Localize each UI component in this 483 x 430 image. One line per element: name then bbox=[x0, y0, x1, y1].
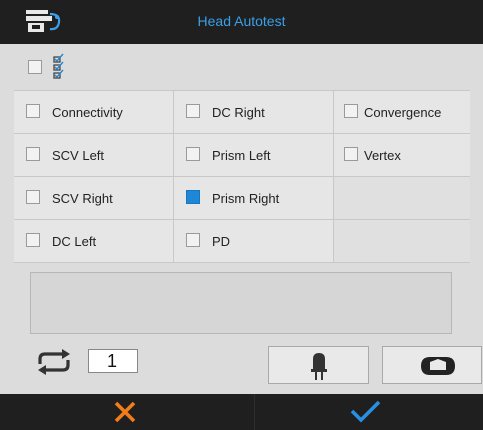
test-checkbox[interactable] bbox=[344, 104, 358, 118]
test-checkbox[interactable] bbox=[26, 104, 40, 118]
test-cell-vertex[interactable]: Vertex bbox=[334, 134, 470, 177]
test-cell-scv-left[interactable]: SCV Left bbox=[14, 134, 174, 177]
test-label: Convergence bbox=[364, 105, 442, 120]
repeat-icon[interactable] bbox=[34, 348, 74, 376]
head-autotest-dialog: Head Autotest Connectivity DC Right Conv… bbox=[0, 0, 483, 430]
test-cell-scv-right[interactable]: SCV Right bbox=[14, 177, 174, 220]
test-label: Prism Right bbox=[212, 191, 280, 206]
test-cell-dc-right[interactable]: DC Right bbox=[174, 91, 334, 134]
checkmark-icon bbox=[350, 400, 381, 423]
test-checkbox[interactable] bbox=[186, 104, 200, 118]
test-checkbox[interactable] bbox=[26, 233, 40, 247]
test-label: PD bbox=[212, 234, 231, 249]
test-checkbox[interactable] bbox=[344, 147, 358, 161]
test-cell-connectivity[interactable]: Connectivity bbox=[14, 91, 174, 134]
head-position-icon bbox=[421, 357, 455, 375]
test-checkbox[interactable] bbox=[186, 233, 200, 247]
title-bar: Head Autotest bbox=[0, 0, 483, 44]
test-cell-prism-left[interactable]: Prism Left bbox=[174, 134, 334, 177]
test-cell-dc-left[interactable]: DC Left bbox=[14, 220, 174, 263]
test-checkbox[interactable] bbox=[186, 147, 200, 161]
close-icon bbox=[114, 401, 136, 423]
light-button[interactable] bbox=[268, 346, 369, 384]
select-all-row bbox=[0, 44, 483, 90]
test-cell-convergence[interactable]: Convergence bbox=[334, 91, 470, 134]
test-label: Vertex bbox=[364, 148, 401, 163]
cancel-button[interactable] bbox=[0, 394, 254, 430]
test-cell-prism-right[interactable]: Prism Right bbox=[174, 177, 334, 220]
test-checkbox[interactable] bbox=[26, 147, 40, 161]
select-all-checkbox[interactable] bbox=[28, 60, 42, 74]
test-label: DC Right bbox=[212, 105, 265, 120]
light-bulb-icon bbox=[311, 353, 327, 380]
ok-button[interactable] bbox=[255, 394, 483, 430]
tests-grid: Connectivity DC Right Convergence SCV Le… bbox=[14, 90, 470, 263]
repeat-count-input[interactable] bbox=[88, 349, 138, 373]
window-title: Head Autotest bbox=[197, 13, 286, 29]
head-position-button[interactable] bbox=[382, 346, 482, 384]
test-label: Connectivity bbox=[52, 105, 123, 120]
message-area bbox=[30, 272, 452, 334]
action-bar bbox=[0, 394, 483, 430]
test-label: SCV Right bbox=[52, 191, 113, 206]
test-label: SCV Left bbox=[52, 148, 105, 163]
checklist-icon bbox=[53, 53, 64, 79]
empty-cell bbox=[334, 177, 470, 220]
test-checkbox[interactable] bbox=[26, 190, 40, 204]
empty-cell bbox=[334, 220, 470, 263]
test-label: Prism Left bbox=[212, 148, 271, 163]
test-label: DC Left bbox=[52, 234, 97, 249]
test-cell-pd[interactable]: PD bbox=[174, 220, 334, 263]
test-checkbox[interactable] bbox=[186, 190, 200, 204]
